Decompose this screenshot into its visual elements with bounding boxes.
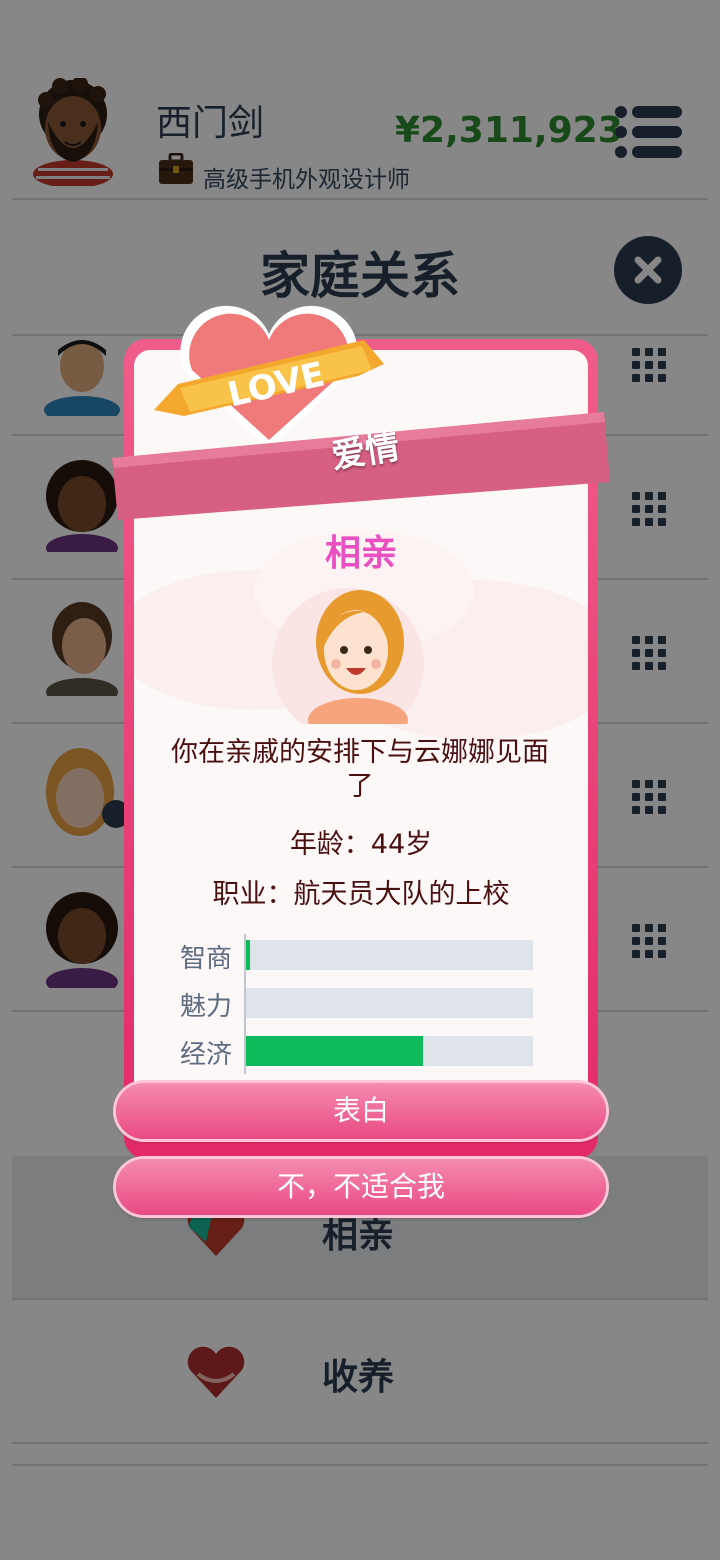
- stat-label-economy: 经济: [180, 1040, 233, 1070]
- confess-button[interactable]: 表白: [116, 1083, 606, 1139]
- stat-bar-charm: [244, 988, 533, 1018]
- partner-age: 年龄：44岁: [289, 829, 433, 860]
- stat-axis: [244, 934, 246, 1074]
- stat-bar-iq: [244, 940, 533, 970]
- modal-title: 相亲: [324, 533, 397, 574]
- stat-bar-economy: [244, 1036, 533, 1066]
- partner-job: 职业：航天员大队的上校: [212, 879, 510, 910]
- event-description: 你在亲戚的安排下与云娜娜见面了: [171, 737, 549, 802]
- decline-button[interactable]: 不，不适合我: [116, 1159, 606, 1215]
- stat-label-charm: 魅力: [180, 992, 233, 1022]
- stat-fill: [244, 1036, 424, 1066]
- date-partner-avatar: [268, 588, 452, 742]
- stat-label-iq: 智商: [180, 944, 233, 974]
